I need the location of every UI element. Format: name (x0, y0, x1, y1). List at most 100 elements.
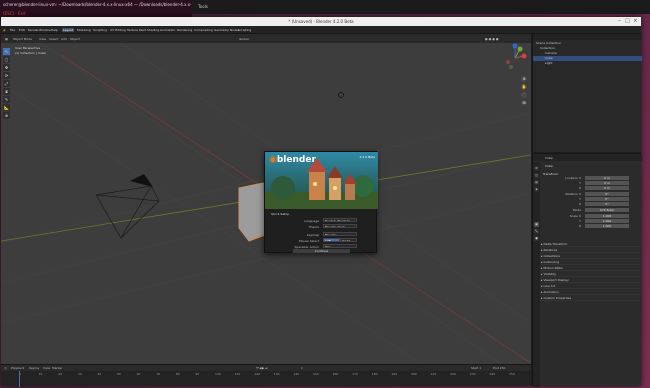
camera-object (95, 174, 160, 239)
transform-field-value[interactable]: 1.000 (585, 214, 629, 218)
shading-mode-icon[interactable]: ●●●● (485, 37, 499, 41)
transform-field-value[interactable]: 0 m (585, 181, 629, 185)
splash-logo: ◉blender (269, 155, 316, 165)
render-tab-icon[interactable]: ◫ (534, 173, 539, 178)
transform-field-value[interactable]: 1.000 (585, 224, 629, 228)
continue-button[interactable]: Continue (293, 249, 350, 253)
properties-subpanel[interactable]: ▸ Instancing (541, 260, 640, 265)
timeline-editor[interactable]: ◷ Playback Keying View Marker ⏮◀▶⏭ 1 Sta… (1, 364, 531, 387)
viewport-editor-type-icon[interactable]: ▦ (5, 37, 8, 41)
transform-field-value[interactable]: 0° (585, 197, 629, 201)
cursor-tool-icon[interactable]: ▢ (3, 56, 10, 63)
zoom-icon[interactable]: ⊕ (521, 76, 527, 82)
material-tab-icon[interactable]: ● (534, 236, 539, 241)
tab-layout[interactable]: Layout (62, 28, 75, 32)
keymap-row: Keymap Blender (271, 232, 371, 237)
object-tab-icon[interactable]: ▣ (534, 222, 539, 227)
tab-rendering[interactable]: Rendering (176, 28, 193, 32)
window-title: * (Unsaved) - Blender 4.2.0 Beta (288, 19, 354, 24)
menu-edit[interactable]: Edit (19, 28, 25, 32)
minimize-icon[interactable]: – (616, 18, 623, 25)
header-add-menu[interactable]: Add (61, 37, 67, 41)
properties-subpanel[interactable]: ▸ Delta Transform (541, 242, 640, 247)
spacebar-dropdown[interactable]: Play (323, 244, 357, 248)
timeline-playback-menu[interactable]: Playback (11, 366, 24, 370)
camera-view-icon[interactable]: 🎥 (521, 92, 527, 98)
properties-subpanel[interactable]: ▸ Visibility (541, 272, 640, 277)
timeline-tick: 120 (254, 372, 260, 376)
timeline-keying-menu[interactable]: Keying (29, 366, 39, 370)
start-frame-field[interactable]: Start 1 (471, 366, 481, 370)
navigation-gizmo[interactable] (502, 43, 528, 73)
scale-tool-icon[interactable]: ⤢ (3, 80, 10, 87)
playhead[interactable] (19, 371, 20, 387)
end-frame-field[interactable]: End 250 (493, 366, 505, 370)
tab-uv-editing[interactable]: UV Editing (109, 28, 127, 32)
timeline-marker-menu[interactable]: Marker (52, 366, 62, 370)
mouse-select-left-button[interactable]: Left (323, 238, 340, 242)
tab-modeling[interactable]: Modeling (76, 28, 92, 32)
object-mode-dropdown[interactable]: Object Mode (13, 37, 32, 41)
tab-compositing[interactable]: Compositing (193, 28, 214, 32)
outliner-light[interactable]: Light (533, 61, 642, 66)
tool-tab-icon[interactable]: ⚙ (534, 166, 539, 171)
timeline-tick: 210 (430, 372, 437, 376)
properties-subpanel[interactable]: ▸ Motion Paths (541, 266, 640, 271)
current-frame-field[interactable]: 1 (301, 366, 303, 370)
splash-screen[interactable]: ◉blender 4.2.0 Beta Quick Setup Language… (264, 151, 378, 253)
measure-tool-icon[interactable]: 📐 (3, 104, 10, 111)
menu-window[interactable]: Window (39, 28, 51, 32)
properties-subpanel[interactable]: ▸ Custom Properties (541, 296, 640, 301)
header-object-menu[interactable]: Object (70, 37, 80, 41)
menu-render[interactable]: Render (28, 28, 39, 32)
transform-orientation-dropdown[interactable]: Global (239, 37, 249, 41)
tab-scripting[interactable]: Scripting (237, 28, 252, 32)
properties-subpanel[interactable]: ▸ Collections (541, 254, 640, 259)
transform-field-value[interactable]: 0 m (585, 176, 629, 180)
terminal-output: (ESC) - Exit (3, 11, 26, 16)
tab-sculpting[interactable]: Sculpting (92, 28, 108, 32)
language-dropdown[interactable]: English (English) (323, 218, 357, 222)
properties-subpanel[interactable]: ▸ Animation (541, 290, 640, 295)
object-name-field[interactable]: Cube (545, 164, 553, 168)
transform-field-value[interactable]: 1.000 (585, 219, 629, 223)
properties-subpanel[interactable]: ▸ Relations (541, 248, 640, 253)
transform-field-value[interactable]: 0° (585, 202, 629, 206)
properties-subpanel[interactable]: ▸ Viewport Display (541, 278, 640, 283)
timeline-tick: 250 (509, 372, 515, 376)
timeline-view-menu[interactable]: View (43, 366, 50, 370)
maximize-icon[interactable]: □ (624, 18, 631, 25)
transform-field-value[interactable]: XYZ Euler (585, 208, 629, 212)
window-titlebar[interactable]: * (Unsaved) - Blender 4.2.0 Beta – □ × (1, 17, 641, 26)
header-select-menu[interactable]: Select (49, 37, 58, 41)
pan-hand-icon[interactable]: ✋ (521, 84, 527, 90)
blender-logo-icon[interactable]: ◉ (3, 28, 6, 32)
ortho-grid-icon[interactable]: ⊞ (521, 100, 527, 106)
annotate-tool-icon[interactable]: ✎ (3, 96, 10, 103)
timeline-tick: 80 (175, 372, 180, 376)
move-tool-icon[interactable]: ✥ (3, 64, 10, 71)
output-tab-icon[interactable]: ▤ (534, 180, 539, 185)
header-view-menu[interactable]: View (39, 37, 46, 41)
properties-subpanel[interactable]: ▸ Line Art (541, 284, 640, 289)
select-box-tool-icon[interactable]: ↖ (3, 48, 10, 55)
close-icon[interactable]: × (632, 18, 639, 25)
tab-animation[interactable]: Animation (159, 28, 176, 32)
mouse-select-right-button[interactable]: Right (340, 238, 357, 242)
z-axis-icon (512, 43, 518, 49)
tab-texture-paint[interactable]: Texture Paint (126, 28, 147, 32)
menu-file[interactable]: File (10, 28, 15, 32)
keymap-dropdown[interactable]: Blender (323, 232, 357, 236)
rotate-tool-icon[interactable]: ⟳ (3, 72, 10, 79)
modifier-tab-icon[interactable]: 🔧 (534, 229, 539, 234)
transform-tool-icon[interactable]: ⧈ (3, 88, 10, 95)
scene-tab-icon[interactable]: ◈ (534, 187, 539, 192)
timeline-editor-icon[interactable]: ◷ (4, 366, 7, 370)
theme-dropdown[interactable]: Blender Dark (323, 224, 357, 228)
transform-field-value[interactable]: 0 m (585, 186, 629, 190)
add-cube-tool-icon[interactable]: ⊕ (3, 112, 10, 119)
transform-field-value[interactable]: 0° (585, 192, 629, 196)
quick-setup-label: Quick Setup (271, 212, 290, 216)
playback-controls-icon[interactable]: ⏮◀▶⏭ (256, 366, 268, 370)
menu-help[interactable]: Help (51, 28, 58, 32)
